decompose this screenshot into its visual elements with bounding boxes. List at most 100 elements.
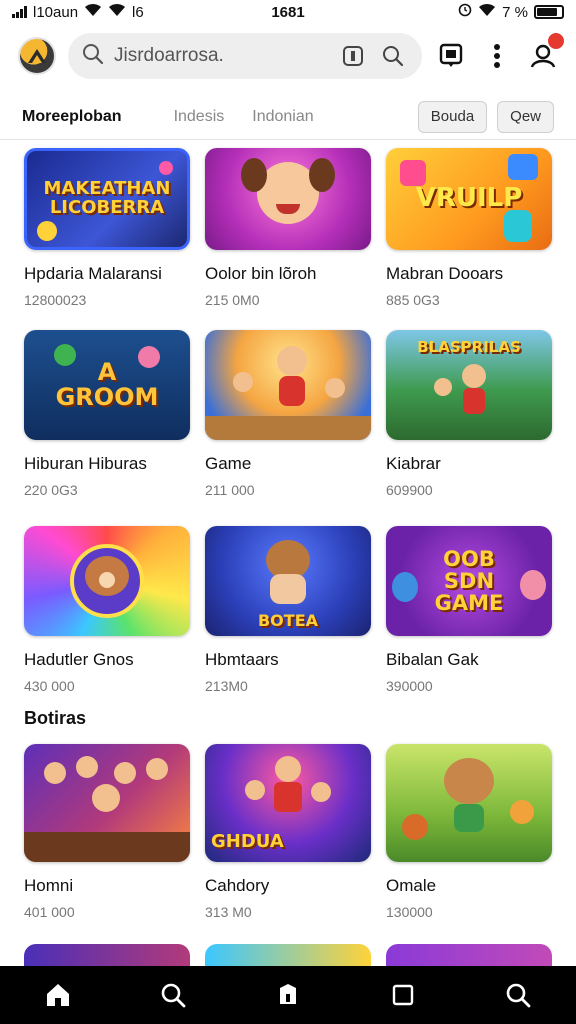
- status-right: 7 %: [458, 3, 564, 21]
- game-card[interactable]: GHDUA Cahdory 313 M0: [205, 744, 371, 920]
- network-label: l6: [132, 3, 144, 21]
- game-count: 213M0: [205, 678, 248, 694]
- battery-percent: 7 %: [502, 3, 528, 21]
- filter-button[interactable]: Bouda: [417, 100, 488, 133]
- game-thumbnail[interactable]: BOTEA: [205, 526, 371, 636]
- game-count: 390000: [386, 678, 433, 694]
- search-bar[interactable]: Jisrdoarrosa.: [68, 33, 422, 79]
- bottom-navigation: [0, 966, 576, 1024]
- battery-icon: [534, 5, 564, 19]
- game-title: Homni: [24, 876, 74, 895]
- game-count: 1280​0023: [24, 292, 87, 308]
- game-count: 130000: [386, 904, 433, 920]
- game-card[interactable]: A GROOM Hiburan Hiburas 220 0​G3: [24, 330, 190, 526]
- game-card[interactable]: Oolor bin lõroh 215 0M0: [205, 148, 371, 330]
- app-header: Jisrdoarrosa.: [0, 26, 576, 86]
- game-title: Hbmtaars: [205, 650, 279, 669]
- game-thumbnail[interactable]: [386, 744, 552, 862]
- search-input[interactable]: Jisrdoarrosa.: [114, 45, 328, 67]
- game-title: Hadutler Gnos: [24, 650, 134, 669]
- signal-icon: [12, 6, 27, 18]
- game-title: Game: [205, 454, 252, 473]
- wifi-icon: [84, 3, 102, 21]
- thumbnail-title: BOTEA: [257, 611, 319, 631]
- game-card[interactable]: BOTEA Hbmtaars 213M0: [205, 526, 371, 694]
- game-count: 609900: [386, 482, 433, 498]
- section-row: Homni 401 000 GHDUA Cahdory 313 M0 Omale…: [24, 744, 552, 920]
- app-logo[interactable]: [18, 37, 56, 75]
- message-icon[interactable]: [436, 41, 466, 71]
- game-title: Kiabrar: [386, 454, 441, 473]
- status-left: l10aun l6: [12, 3, 144, 21]
- game-title: Omale: [386, 876, 437, 895]
- game-thumbnail[interactable]: OOB SDN GAME: [386, 526, 552, 636]
- game-title: Bibalan Gak: [386, 650, 479, 669]
- game-card[interactable]: MAKEATHAN LICOBERRA Hpdaria Malaransi 12…: [24, 148, 190, 330]
- category-tabs: Moreeploban Indesis Indonian Bouda Qew: [0, 94, 576, 140]
- games-icon[interactable]: [273, 980, 303, 1010]
- game-thumbnail[interactable]: VRUILP: [386, 148, 552, 250]
- tab-third[interactable]: Indonian: [252, 108, 313, 126]
- game-count: 215 0M0: [205, 292, 260, 308]
- next-row-thumbnail[interactable]: [205, 944, 371, 966]
- game-title: Oolor bin lõroh: [205, 264, 317, 283]
- qr-scan-icon[interactable]: [338, 41, 368, 71]
- notification-badge: [548, 33, 564, 49]
- more-menu-icon[interactable]: [482, 41, 512, 71]
- grid-row: A GROOM Hiburan Hiburas 220 0​G3 Game 21…: [24, 330, 552, 526]
- search-icon: [82, 43, 104, 70]
- game-thumbnail[interactable]: [24, 526, 190, 636]
- section-grid: Homni 401 000 GHDUA Cahdory 313 M0 Omale…: [24, 744, 552, 920]
- profile-notification-icon[interactable]: [528, 33, 564, 71]
- game-count: 313 M0: [205, 904, 252, 920]
- next-row-thumbnail[interactable]: [24, 944, 190, 966]
- thumbnail-title: OOB SDN GAME: [434, 546, 504, 616]
- tab-active[interactable]: Moreeploban: [22, 108, 122, 126]
- carrier-text: l10aun: [33, 3, 79, 21]
- game-thumbnail[interactable]: [205, 330, 371, 440]
- game-count: 401 000: [24, 904, 75, 920]
- search-icon[interactable]: [158, 980, 188, 1010]
- grid-row: MAKEATHAN LICOBERRA Hpdaria Malaransi 12…: [24, 148, 552, 330]
- game-title: Hiburan Hiburas: [24, 454, 147, 473]
- game-thumbnail[interactable]: MAKEATHAN LICOBERRA: [24, 148, 190, 250]
- game-thumbnail[interactable]: BLASPRILAS: [386, 330, 552, 440]
- game-title: Mabran Dooars: [386, 264, 504, 283]
- header-actions: [436, 33, 564, 71]
- search-icon[interactable]: [503, 980, 533, 1010]
- game-count: 430 000: [24, 678, 75, 694]
- game-thumbnail[interactable]: GHDUA: [205, 744, 371, 862]
- tab-second[interactable]: Indesis: [174, 108, 225, 126]
- thumbnail-title: BLASPRILAS: [417, 338, 521, 356]
- game-card[interactable]: Homni 401 000: [24, 744, 190, 920]
- game-title: Hpdaria Malaransi: [24, 264, 162, 283]
- thumbnail-title: VRUILP: [415, 183, 523, 214]
- thumbnail-title: MAKEATHAN LICOBERRA: [43, 178, 171, 218]
- game-count: 885 0​G3: [386, 292, 440, 308]
- grid-row: Hadutler Gnos 430 000 BOTEA Hbmtaars 213…: [24, 526, 552, 694]
- home-icon[interactable]: [43, 980, 73, 1010]
- square-icon[interactable]: [388, 980, 418, 1010]
- game-card[interactable]: VRUILP Mabran Dooars 885 0​G3: [386, 148, 552, 330]
- game-thumbnail[interactable]: [205, 148, 371, 250]
- wifi-icon-3: [478, 3, 496, 21]
- search-submit-icon[interactable]: [378, 41, 408, 71]
- game-card[interactable]: Hadutler Gnos 430 000: [24, 526, 190, 694]
- alarm-icon: [458, 3, 472, 21]
- game-title: Cahdory: [205, 876, 270, 895]
- status-bar: l10aun l6 1681 7 %: [0, 0, 576, 24]
- game-card[interactable]: BLASPRILAS Kiabrar 609900: [386, 330, 552, 526]
- game-count: 211 0​00: [205, 482, 255, 498]
- new-button[interactable]: Qew: [497, 100, 554, 133]
- section-title: Botiras: [24, 708, 87, 728]
- game-card[interactable]: Game 211 0​00: [205, 330, 371, 526]
- game-thumbnail[interactable]: A GROOM: [24, 330, 190, 440]
- game-grid: MAKEATHAN LICOBERRA Hpdaria Malaransi 12…: [24, 148, 552, 694]
- game-thumbnail[interactable]: [24, 744, 190, 862]
- game-card[interactable]: OOB SDN GAME Bibalan Gak 390000: [386, 526, 552, 694]
- wifi-icon-2: [108, 3, 126, 21]
- thumbnail-title: GHDUA: [211, 831, 284, 853]
- next-row-thumbnail[interactable]: [386, 944, 552, 966]
- game-card[interactable]: Omale 130000: [386, 744, 552, 920]
- thumbnail-title: A GROOM: [55, 357, 159, 411]
